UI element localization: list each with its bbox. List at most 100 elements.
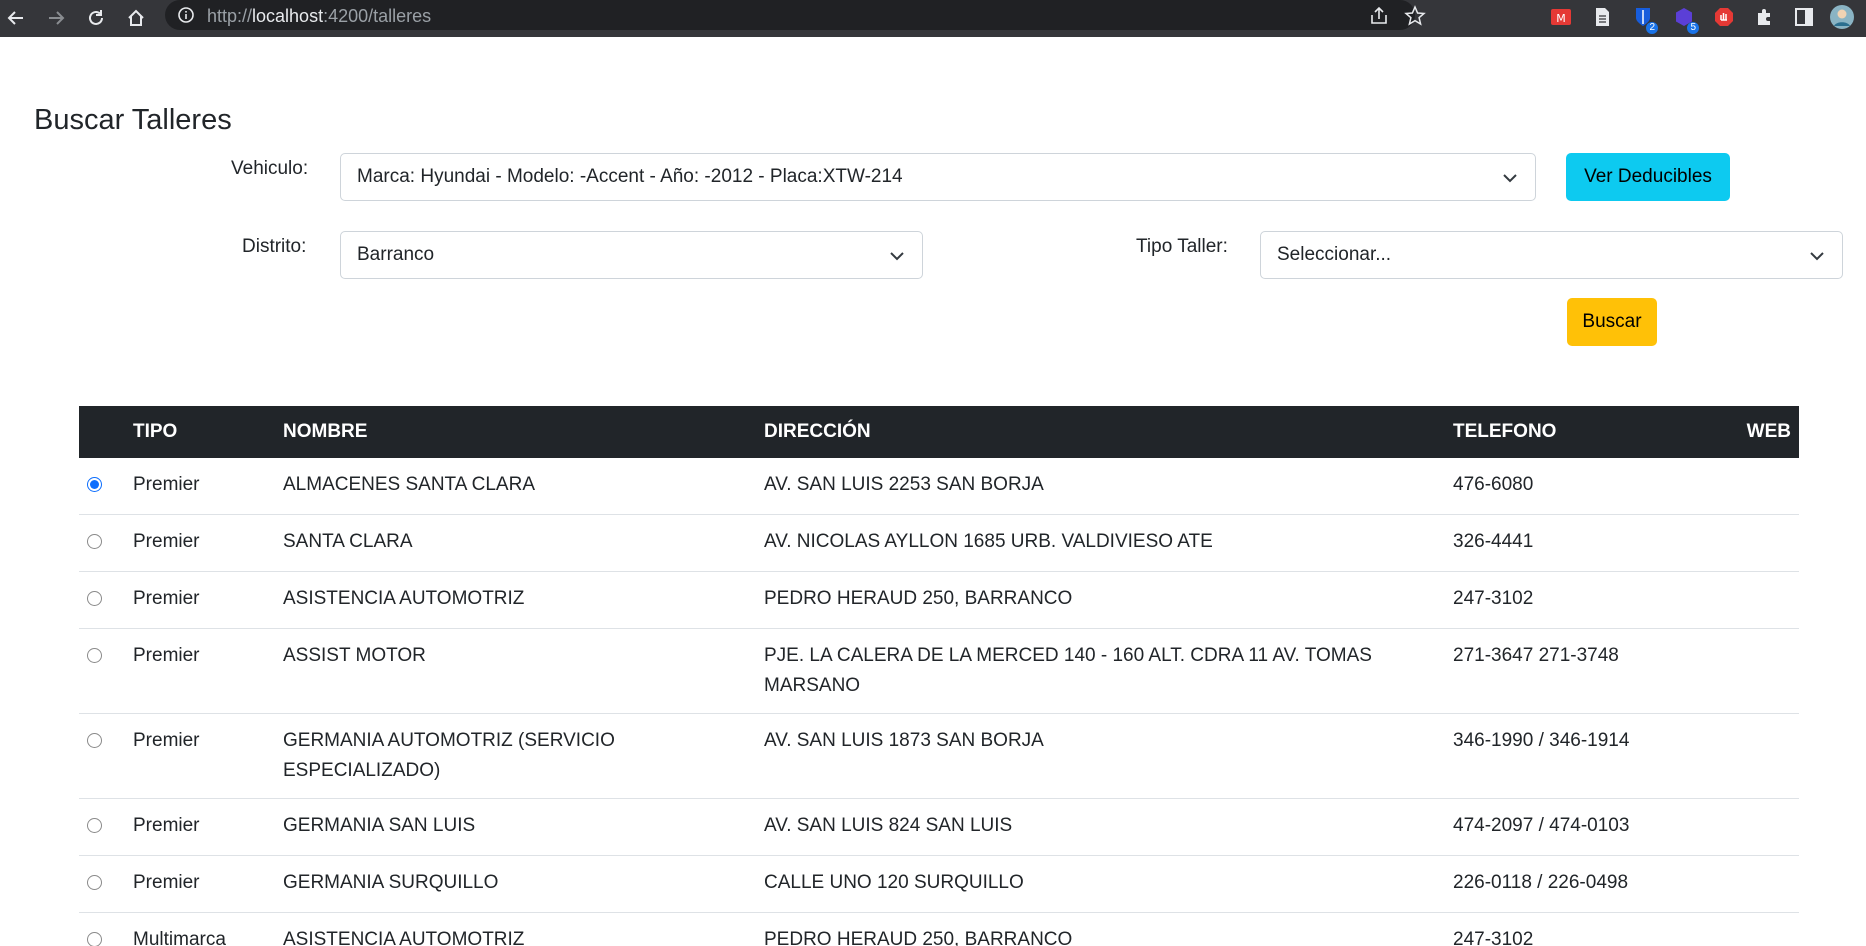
star-icon[interactable] xyxy=(1404,5,1426,27)
url-text: http://localhost:4200/talleres xyxy=(207,6,431,27)
bitwarden-icon[interactable]: 2 xyxy=(1630,4,1658,34)
tipo-cell: Premier xyxy=(125,628,275,714)
url-scheme: http:// xyxy=(207,6,253,26)
nombre-column-header: NOMBRE xyxy=(283,421,368,442)
direccion-cell: PEDRO HERAUD 250, BARRANCO xyxy=(756,912,1445,946)
info-icon[interactable] xyxy=(177,6,195,24)
table-row[interactable]: Premier ASSIST MOTOR PJE. LA CALERA DE LA … xyxy=(79,628,1799,714)
nombre-cell: GERMANIA SAN LUIS xyxy=(275,798,756,856)
tipo-cell: Premier xyxy=(125,571,275,629)
bitwarden-badge: 2 xyxy=(1646,22,1658,34)
table-row[interactable]: Premier GERMANIA AUTOMOTRIZ (SERVICIO ESP… xyxy=(79,713,1799,799)
distrito-select-value: Barranco xyxy=(357,244,435,265)
back-button[interactable] xyxy=(0,2,32,34)
row-select-cell xyxy=(79,713,125,799)
web-cell[interactable] xyxy=(1685,458,1799,515)
nombre-cell: SANTA CLARA xyxy=(275,514,756,572)
telefono-cell: 226-0118 / 226-0498 xyxy=(1445,855,1685,913)
home-button[interactable] xyxy=(120,2,152,34)
cube-ext-badge: 5 xyxy=(1687,22,1699,34)
web-cell[interactable] xyxy=(1685,912,1799,946)
direccion-cell: AV. SAN LUIS 1873 SAN BORJA xyxy=(756,713,1445,799)
nombre-cell: GERMANIA AUTOMOTRIZ (SERVICIO ESPECIALIZ… xyxy=(275,713,756,799)
distrito-select[interactable]: Barranco xyxy=(340,231,923,279)
telefono-cell: 271-3647 271-3748 xyxy=(1445,628,1685,714)
direccion-cell: AV. SAN LUIS 824 SAN LUIS xyxy=(756,798,1445,856)
chevron-down-icon xyxy=(1503,174,1517,183)
direccion-cell: AV. SAN LUIS 2253 SAN BORJA xyxy=(756,458,1445,515)
tipo-cell: Premier xyxy=(125,514,275,572)
telefono-cell: 474-2097 / 474-0103 xyxy=(1445,798,1685,856)
arrow-right-icon xyxy=(49,11,65,25)
web-cell[interactable] xyxy=(1685,514,1799,572)
profile-avatar-icon[interactable] xyxy=(1829,4,1855,30)
row-select-cell xyxy=(79,514,125,572)
telefono-cell: 247-3102 xyxy=(1445,912,1685,946)
web-cell[interactable] xyxy=(1685,571,1799,629)
row-select-radio[interactable] xyxy=(87,648,102,663)
tipo-cell: Multimarca xyxy=(125,912,275,946)
side-panel-icon[interactable] xyxy=(1791,4,1817,30)
direccion-cell: AV. NICOLAS AYLLON 1685 URB. VALDIVIESO … xyxy=(756,514,1445,572)
table-row[interactable]: Premier GERMANIA SAN LUIS AV. SAN LUIS 824… xyxy=(79,798,1799,856)
url-host: localhost xyxy=(252,6,324,26)
buscar-button[interactable]: Buscar xyxy=(1567,298,1657,346)
forward-button[interactable] xyxy=(40,2,72,34)
m-ext-icon[interactable]: M xyxy=(1548,4,1574,30)
row-select-cell xyxy=(79,571,125,629)
row-select-radio[interactable] xyxy=(87,932,102,946)
table-row[interactable]: Premier GERMANIA SURQUILLO CALLE UNO 120 S… xyxy=(79,855,1799,913)
row-select-cell xyxy=(79,628,125,714)
adblock-icon[interactable] xyxy=(1711,4,1737,30)
radio-column-header xyxy=(79,406,125,458)
row-select-radio[interactable] xyxy=(87,534,102,549)
tipo-cell: Premier xyxy=(125,458,275,515)
direccion-cell: PJE. LA CALERA DE LA MERCED 140 - 160 AL… xyxy=(756,628,1445,714)
row-select-cell xyxy=(79,458,125,515)
cube-ext-icon[interactable]: 5 xyxy=(1671,4,1699,34)
row-select-radio[interactable] xyxy=(87,818,102,833)
web-cell[interactable] xyxy=(1685,855,1799,913)
share-icon[interactable] xyxy=(1368,5,1390,27)
chevron-down-icon xyxy=(1810,252,1824,261)
address-bar[interactable]: http://localhost:4200/talleres xyxy=(165,0,1426,30)
web-cell[interactable] xyxy=(1685,798,1799,856)
direccion-column-header: DIRECCIÓN xyxy=(764,421,871,442)
arrow-left-icon xyxy=(7,11,23,25)
nombre-cell: ALMACENES SANTA CLARA xyxy=(275,458,756,515)
row-select-radio[interactable] xyxy=(87,733,102,748)
direccion-cell: CALLE UNO 120 SURQUILLO xyxy=(756,855,1445,913)
tipo-cell: Premier xyxy=(125,855,275,913)
puzzle-icon[interactable] xyxy=(1752,4,1778,30)
telefono-column-header: TELEFONO xyxy=(1453,421,1557,442)
talleres-table: TIPO NOMBRE DIRECCIÓN TELEFONO WEB Premi… xyxy=(79,406,1799,946)
telefono-cell: 247-3102 xyxy=(1445,571,1685,629)
tipo-cell: Premier xyxy=(125,713,275,799)
vehiculo-select[interactable]: Marca: Hyundai - Modelo: -Accent - Año: … xyxy=(340,153,1536,201)
table-row[interactable]: Premier ASISTENCIA AUTOMOTRIZ PEDRO HERAUD… xyxy=(79,571,1799,629)
row-select-radio[interactable] xyxy=(87,477,102,492)
table-row[interactable]: Multimarca ASISTENCIA AUTOMOTRIZ PEDRO HER… xyxy=(79,912,1799,946)
svg-text:M: M xyxy=(1556,12,1566,25)
row-select-radio[interactable] xyxy=(87,875,102,890)
web-column-header: WEB xyxy=(1746,421,1791,442)
vehiculo-label: Vehiculo: xyxy=(231,158,309,179)
reload-icon xyxy=(89,10,103,25)
reload-button[interactable] xyxy=(80,2,112,34)
row-select-cell xyxy=(79,912,125,946)
row-select-cell xyxy=(79,798,125,856)
row-select-radio[interactable] xyxy=(87,591,102,606)
table-row[interactable]: Premier SANTA CLARA AV. NICOLAS AYLLON 168… xyxy=(79,514,1799,572)
tipo-taller-select[interactable]: Seleccionar... xyxy=(1260,231,1843,279)
table-row[interactable]: Premier ALMACENES SANTA CLARA AV. SAN LUIS… xyxy=(79,458,1799,515)
ver-deducibles-button[interactable]: Ver Deducibles xyxy=(1566,153,1730,201)
web-cell[interactable] xyxy=(1685,713,1799,799)
tipo-taller-label: Tipo Taller: xyxy=(1136,236,1228,257)
talleres-table-container: TIPO NOMBRE DIRECCIÓN TELEFONO WEB Premi… xyxy=(79,406,1799,946)
doc-ext-icon[interactable] xyxy=(1589,4,1615,30)
web-cell[interactable] xyxy=(1685,628,1799,714)
nombre-cell: ASSIST MOTOR xyxy=(275,628,756,714)
telefono-cell: 346-1990 / 346-1914 xyxy=(1445,713,1685,799)
browser-toolbar: http://localhost:4200/talleres M 2 5 xyxy=(0,0,1866,37)
chevron-down-icon xyxy=(890,252,904,261)
